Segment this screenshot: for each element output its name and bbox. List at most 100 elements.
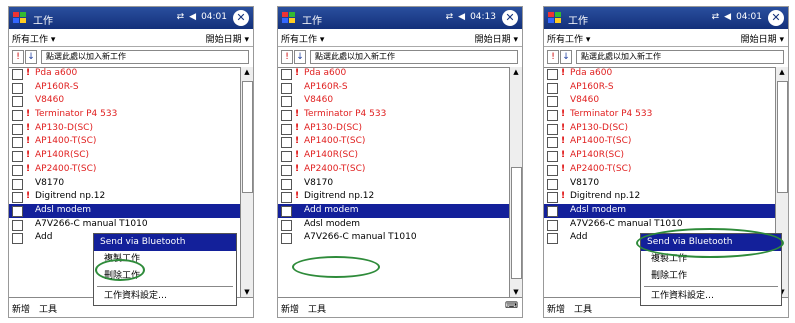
menu-tools[interactable]: 工具	[574, 302, 592, 315]
task-checkbox[interactable]	[281, 110, 292, 122]
task-checkbox[interactable]	[281, 96, 292, 108]
task-checkbox[interactable]	[547, 164, 558, 176]
scroll-down-icon[interactable]: ▼	[241, 287, 253, 297]
task-row[interactable]: V8170	[278, 177, 509, 191]
connectivity-icon[interactable]: ⇄	[446, 12, 454, 22]
scroll-thumb[interactable]	[511, 167, 522, 279]
task-row[interactable]: V8460	[278, 94, 509, 108]
category-filter[interactable]: 所有工作 ▾	[281, 32, 324, 45]
menu-new[interactable]: 新增	[547, 302, 565, 315]
task-checkbox[interactable]	[547, 82, 558, 94]
task-row[interactable]: Add modem	[278, 203, 509, 218]
task-checkbox[interactable]	[547, 205, 558, 217]
task-row[interactable]: ! AP2400-T(SC)	[9, 163, 240, 177]
priority-icon[interactable]: !	[547, 50, 559, 64]
task-checkbox[interactable]	[12, 123, 23, 135]
scroll-thumb[interactable]	[777, 81, 788, 193]
task-checkbox[interactable]	[547, 219, 558, 231]
task-settings-item[interactable]: 工作資料設定…	[94, 288, 236, 305]
windows-start-icon[interactable]	[12, 10, 28, 26]
sort-dropdown[interactable]: 開始日期 ▾	[475, 32, 518, 45]
windows-start-icon[interactable]	[281, 10, 297, 26]
input-panel-icon[interactable]: ⌨	[505, 301, 518, 311]
task-row[interactable]: AP160R-S	[9, 81, 240, 95]
task-checkbox[interactable]	[12, 151, 23, 163]
sort-arrow-icon[interactable]: ↓	[560, 50, 572, 64]
task-checkbox[interactable]	[281, 164, 292, 176]
task-checkbox[interactable]	[12, 178, 23, 190]
task-checkbox[interactable]	[547, 123, 558, 135]
task-row[interactable]: AP160R-S	[278, 81, 509, 95]
task-row[interactable]: V8170	[544, 177, 775, 191]
priority-icon[interactable]: !	[281, 50, 293, 64]
category-filter[interactable]: 所有工作 ▾	[547, 32, 590, 45]
task-checkbox[interactable]	[12, 137, 23, 149]
close-icon[interactable]: ✕	[768, 10, 784, 26]
scrollbar[interactable]: ▲▼	[509, 67, 522, 297]
task-row[interactable]: ! AP130-D(SC)	[544, 122, 775, 136]
task-checkbox[interactable]	[281, 137, 292, 149]
task-row[interactable]: ! AP1400-T(SC)	[544, 135, 775, 149]
task-row[interactable]: Adsl modem	[544, 203, 775, 218]
task-row[interactable]: V8460	[544, 94, 775, 108]
task-row[interactable]: ! AP1400-T(SC)	[9, 135, 240, 149]
windows-start-icon[interactable]	[547, 10, 563, 26]
task-row[interactable]: Adsl modem	[9, 203, 240, 218]
task-row[interactable]: Adsl modem	[278, 218, 509, 232]
task-row[interactable]: ! Terminator P4 533	[278, 108, 509, 122]
task-row[interactable]: ! AP130-D(SC)	[278, 122, 509, 136]
task-checkbox[interactable]	[281, 178, 292, 190]
task-checkbox[interactable]	[12, 205, 23, 217]
sort-arrow-icon[interactable]: ↓	[294, 50, 306, 64]
scroll-down-icon[interactable]: ▼	[510, 287, 522, 297]
category-filter[interactable]: 所有工作 ▾	[12, 32, 55, 45]
menu-tools[interactable]: 工具	[39, 302, 57, 315]
new-task-entry[interactable]: 點選此處以加入新工作	[576, 50, 784, 64]
task-row[interactable]: ! Terminator P4 533	[9, 108, 240, 122]
task-checkbox[interactable]	[12, 233, 23, 245]
sort-arrow-icon[interactable]: ↓	[25, 50, 37, 64]
scrollbar[interactable]: ▲▼	[240, 67, 253, 297]
connectivity-icon[interactable]: ⇄	[177, 12, 185, 22]
task-row[interactable]: ! AP2400-T(SC)	[544, 163, 775, 177]
task-checkbox[interactable]	[12, 219, 23, 231]
task-row[interactable]: ! AP140R(SC)	[9, 149, 240, 163]
task-row[interactable]: AP160R-S	[544, 81, 775, 95]
task-checkbox[interactable]	[281, 123, 292, 135]
task-checkbox[interactable]	[281, 233, 292, 245]
task-checkbox[interactable]	[281, 82, 292, 94]
task-checkbox[interactable]	[547, 137, 558, 149]
task-checkbox[interactable]	[547, 110, 558, 122]
priority-icon[interactable]: !	[12, 50, 24, 64]
task-row[interactable]: ! AP2400-T(SC)	[278, 163, 509, 177]
close-icon[interactable]: ✕	[502, 10, 518, 26]
task-settings-item[interactable]: 工作資料設定…	[641, 288, 781, 305]
task-checkbox[interactable]	[281, 151, 292, 163]
task-checkbox[interactable]	[547, 151, 558, 163]
task-row[interactable]: ! Terminator P4 533	[544, 108, 775, 122]
task-checkbox[interactable]	[12, 110, 23, 122]
task-checkbox[interactable]	[547, 192, 558, 204]
task-row[interactable]: A7V266-C manual T1010	[9, 218, 240, 232]
scroll-up-icon[interactable]: ▲	[241, 67, 253, 77]
task-row[interactable]: ! AP140R(SC)	[278, 149, 509, 163]
speaker-icon[interactable]: ◀	[458, 12, 465, 22]
send-via-bluetooth-item[interactable]: Send via Bluetooth	[94, 234, 236, 251]
delete-task-item[interactable]: 刪除工作	[641, 268, 781, 285]
task-row[interactable]: V8170	[9, 177, 240, 191]
task-checkbox[interactable]	[281, 219, 292, 231]
task-checkbox[interactable]	[12, 192, 23, 204]
scroll-up-icon[interactable]: ▲	[510, 67, 522, 77]
task-checkbox[interactable]	[547, 96, 558, 108]
task-row[interactable]: V8460	[9, 94, 240, 108]
connectivity-icon[interactable]: ⇄	[712, 12, 720, 22]
task-row[interactable]: ! Digitrend np.12	[544, 190, 775, 204]
task-row[interactable]: ! Digitrend np.12	[278, 190, 509, 204]
menu-new[interactable]: 新增	[281, 302, 299, 315]
task-checkbox[interactable]	[12, 164, 23, 176]
task-checkbox[interactable]	[12, 69, 23, 80]
scroll-thumb[interactable]	[242, 81, 253, 193]
scroll-up-icon[interactable]: ▲	[776, 67, 788, 77]
task-checkbox[interactable]	[547, 178, 558, 190]
speaker-icon[interactable]: ◀	[189, 12, 196, 22]
